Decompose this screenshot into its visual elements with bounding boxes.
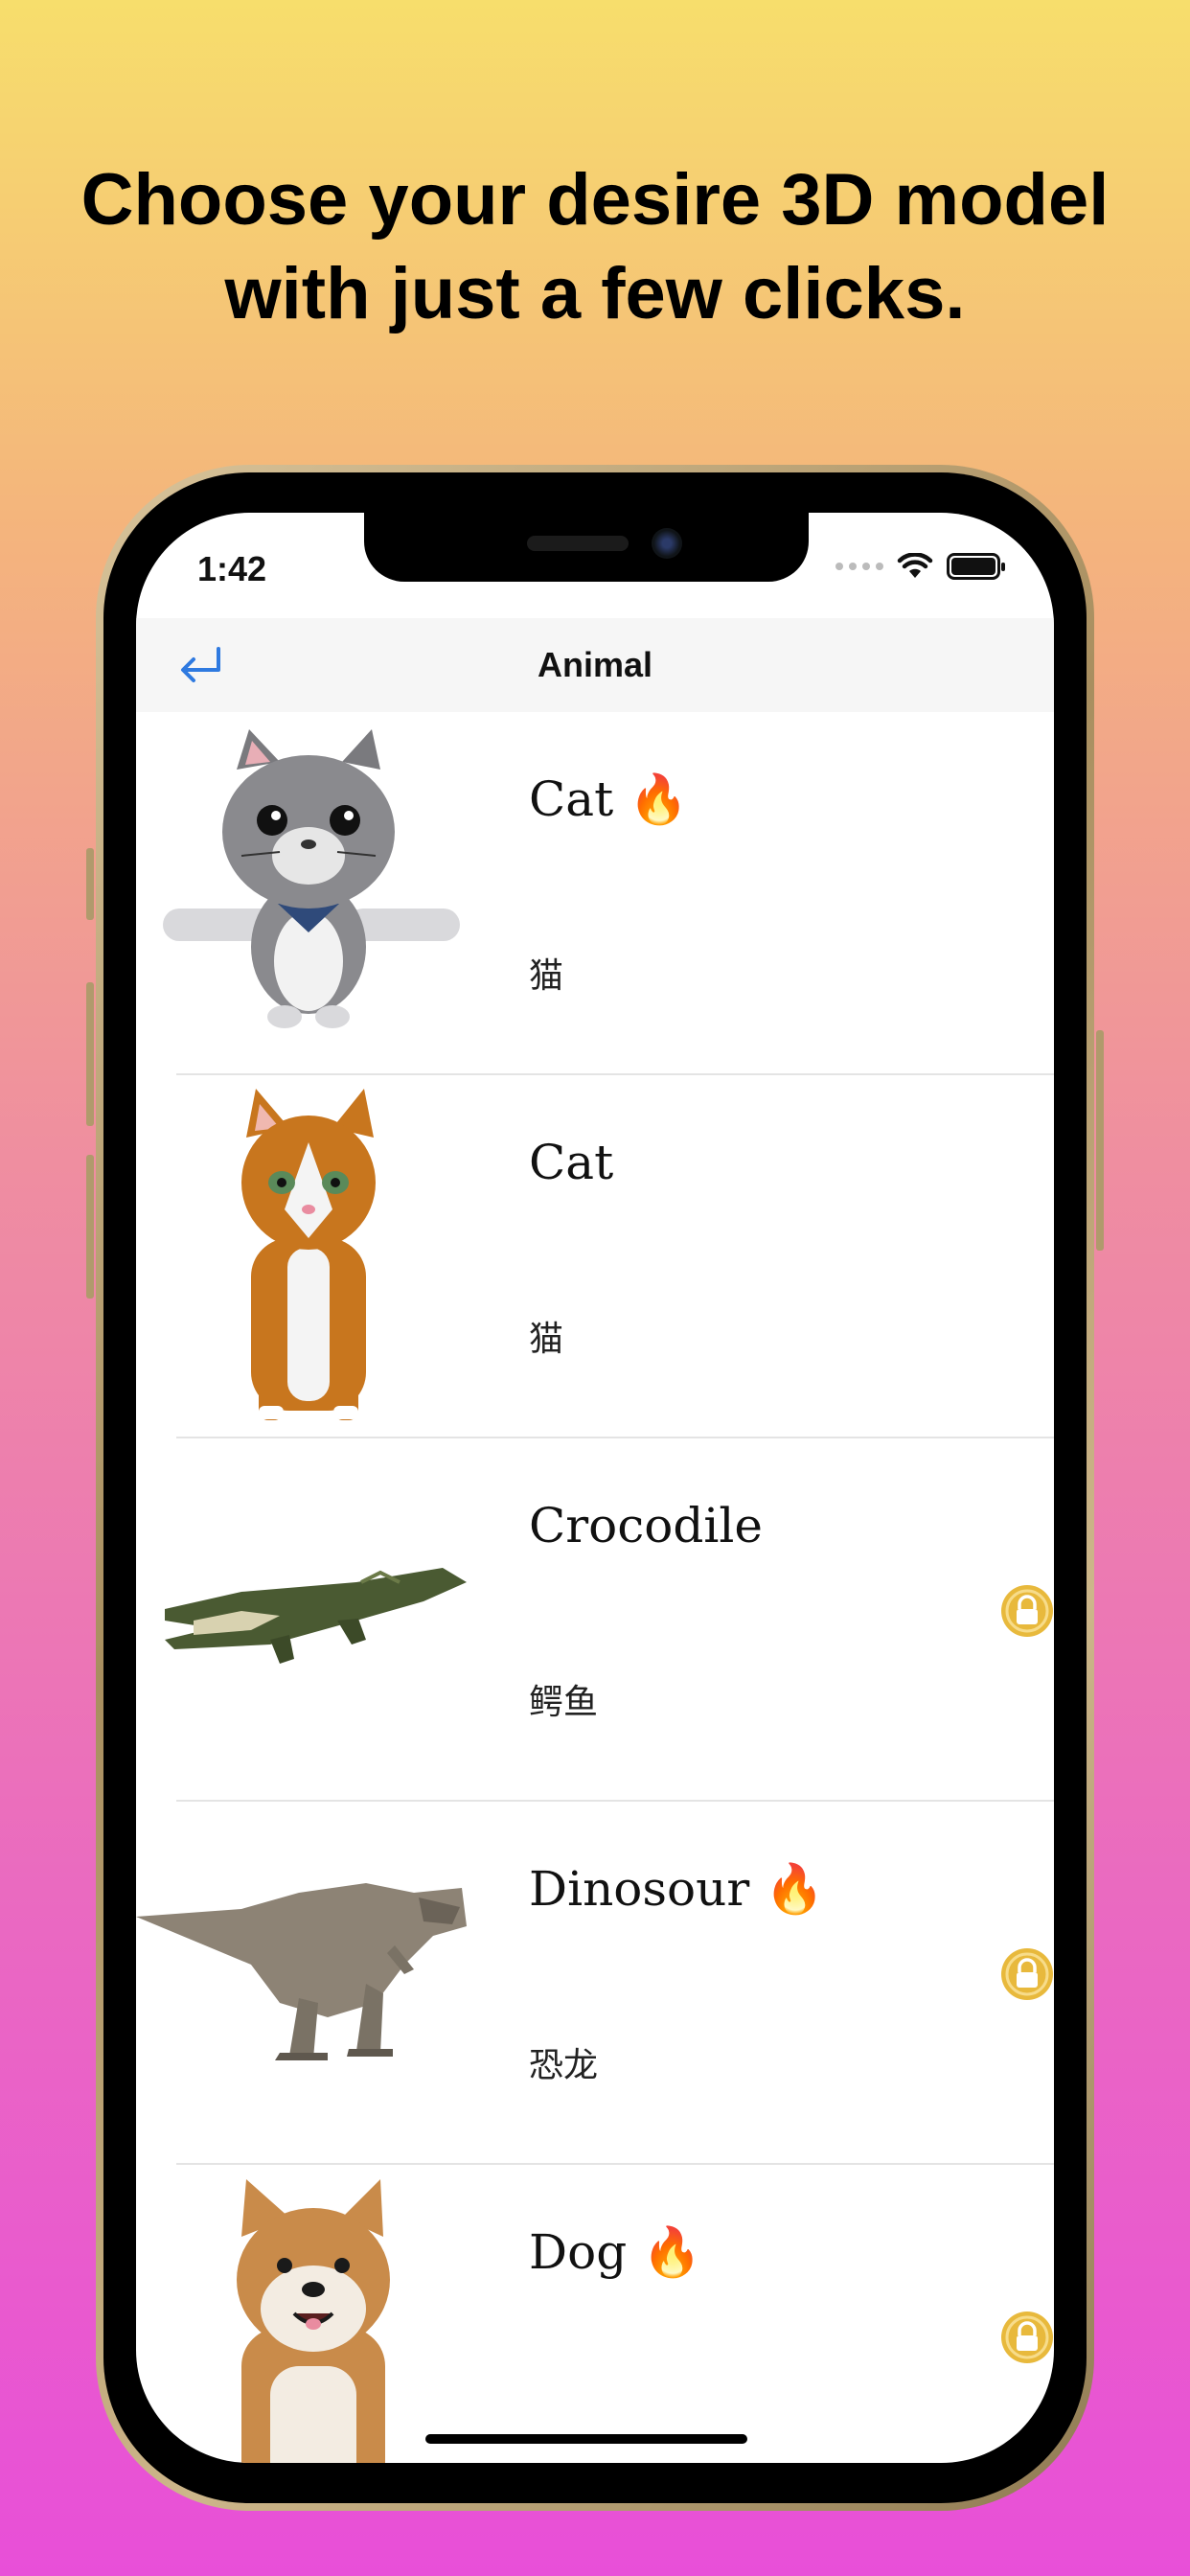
phone-screen: 1:42 Animal Cat 🔥 猫 Cat 猫 Crocodile 鳄鱼 D… — [136, 513, 1054, 2463]
lock-icon[interactable] — [1000, 1584, 1054, 1638]
shiba-dog-image — [237, 2179, 390, 2463]
phone-frame: 1:42 Animal Cat 🔥 猫 Cat 猫 Crocodile 鳄鱼 D… — [86, 465, 1104, 2511]
item-title: Dog 🔥 — [529, 2224, 702, 2280]
orange-cat-image — [241, 1089, 376, 1420]
headline: Choose your desire 3D model with just a … — [0, 153, 1190, 341]
t-rex-image — [136, 1883, 467, 2060]
status-icons — [835, 553, 1005, 580]
item-title: Cat — [529, 1135, 614, 1190]
item-title: Crocodile — [529, 1498, 763, 1553]
item-title: Dinosour 🔥 — [529, 1861, 825, 1917]
status-time: 1:42 — [196, 549, 267, 588]
list-item[interactable]: Cat 🔥 猫 — [136, 712, 1054, 1075]
item-subtitle: 鳄鱼 — [529, 1683, 599, 1722]
list-item[interactable]: Cat 猫 — [136, 1075, 1054, 1438]
home-indicator[interactable] — [425, 2434, 747, 2444]
model-list: Cat 🔥 猫 Cat 猫 Crocodile 鳄鱼 Dinosour 🔥 恐龙… — [136, 712, 1054, 2463]
phone-bezel: 1:42 Animal Cat 🔥 猫 Cat 猫 Crocodile 鳄鱼 D… — [103, 472, 1087, 2503]
item-subtitle: 猫 — [529, 1320, 564, 1359]
item-subtitle: 猫 — [529, 956, 564, 996]
item-title: Cat 🔥 — [529, 771, 689, 827]
signal-dots-icon — [835, 563, 883, 570]
list-item[interactable]: Crocodile 鳄鱼 — [136, 1438, 1054, 1802]
lock-icon[interactable] — [1000, 1947, 1054, 2001]
volume-down-button — [86, 1155, 94, 1299]
battery-fill — [951, 558, 995, 575]
battery-icon — [947, 553, 1005, 580]
headline-line-2: with just a few clicks. — [224, 253, 966, 334]
speaker-grille — [527, 536, 629, 551]
gray-cartoon-cat-image — [163, 729, 460, 1028]
wifi-icon — [897, 553, 933, 578]
volume-up-button — [86, 982, 94, 1126]
status-bar: 1:42 — [136, 513, 1054, 618]
item-subtitle: 恐龙 — [529, 2046, 599, 2085]
mute-switch — [86, 848, 94, 920]
power-button — [1096, 1030, 1104, 1251]
notch — [364, 513, 809, 582]
list-item[interactable]: Dog 🔥 — [136, 2165, 1054, 2463]
crocodile-image — [165, 1568, 467, 1664]
headline-line-1: Choose your desire 3D model — [80, 159, 1110, 241]
nav-title: Animal — [537, 645, 653, 684]
list-item[interactable]: Dinosour 🔥 恐龙 — [136, 1802, 1054, 2165]
front-camera — [652, 528, 682, 559]
nav-bar: Animal — [136, 618, 1054, 712]
lock-icon[interactable] — [1000, 2311, 1054, 2364]
